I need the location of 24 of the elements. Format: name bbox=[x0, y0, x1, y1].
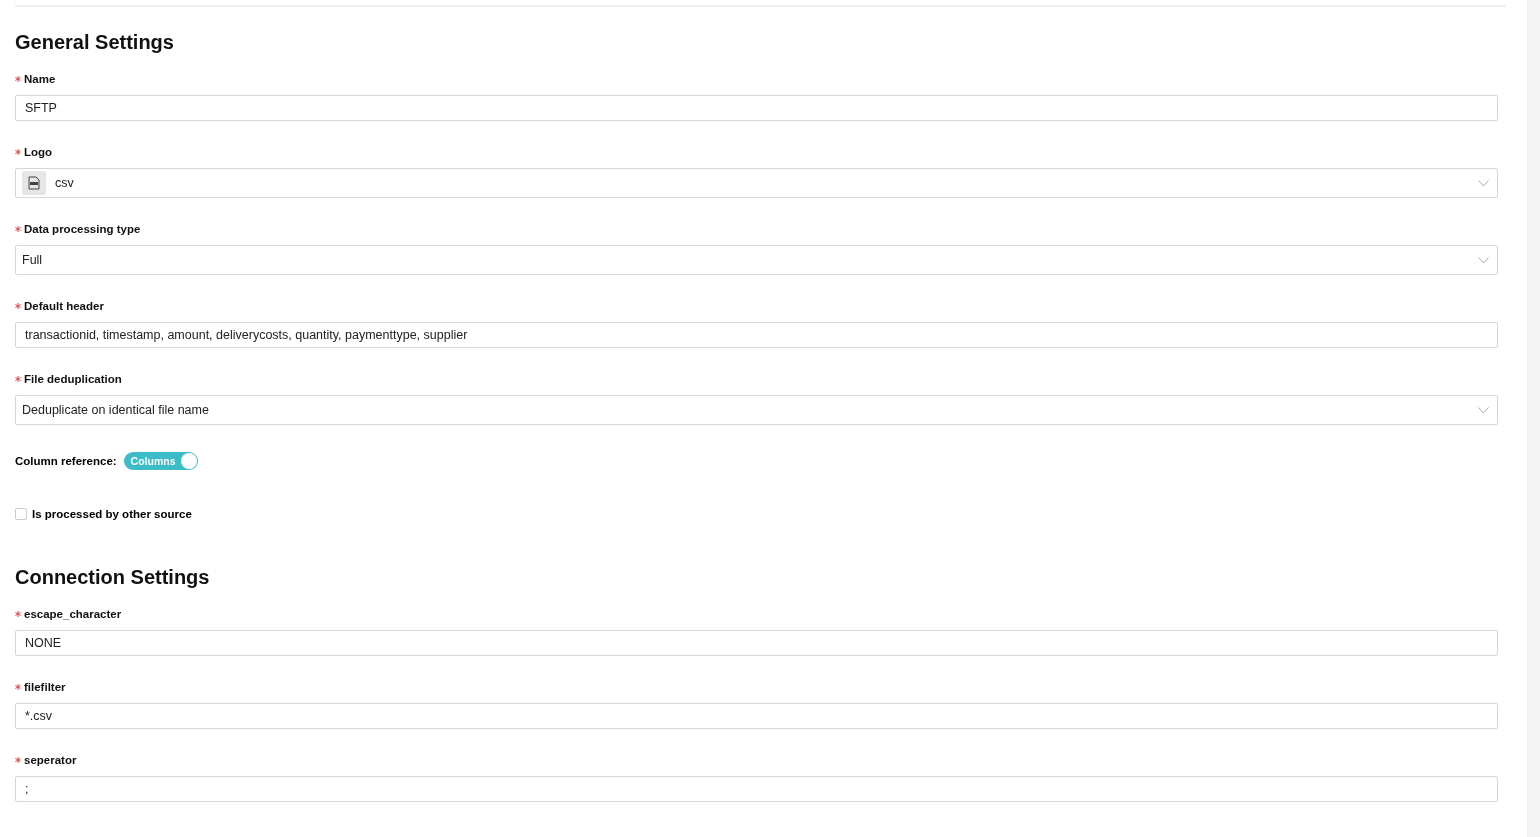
section-heading: General Settings bbox=[15, 30, 175, 55]
section-heading: Connection Settings bbox=[15, 565, 211, 590]
field-label: seperator bbox=[24, 754, 77, 766]
text-field[interactable]: *.csv bbox=[15, 703, 1498, 729]
dropdown[interactable]: Full bbox=[15, 245, 1498, 275]
field-label: filefilter bbox=[24, 681, 66, 693]
checkbox[interactable] bbox=[15, 508, 27, 520]
text-field[interactable]: transactionid, timestamp, amount, deliverycosts, quantity, paymenttype, supplier bbox=[15, 322, 1498, 348]
field-label: Data processing type bbox=[24, 223, 141, 235]
field-label: Column reference: bbox=[15, 455, 117, 467]
checkbox-label: Is processed by other source bbox=[32, 508, 192, 520]
chevron-down-icon bbox=[1478, 179, 1489, 187]
text-field[interactable]: SFTP bbox=[15, 95, 1498, 121]
field-label: File deduplication bbox=[24, 373, 122, 385]
chevron-down-icon bbox=[1478, 256, 1489, 264]
text-field[interactable]: ; bbox=[15, 776, 1498, 802]
text-field[interactable]: NONE bbox=[15, 630, 1498, 656]
field-label: escape_character bbox=[24, 608, 122, 620]
field-label: Name bbox=[24, 73, 56, 85]
dropdown[interactable]: csv bbox=[15, 168, 1498, 198]
field-label: Default header bbox=[24, 300, 104, 312]
dropdown[interactable]: Deduplicate on identical file name bbox=[15, 395, 1498, 425]
chevron-down-icon bbox=[1478, 406, 1489, 414]
field-label: Logo bbox=[24, 146, 53, 158]
